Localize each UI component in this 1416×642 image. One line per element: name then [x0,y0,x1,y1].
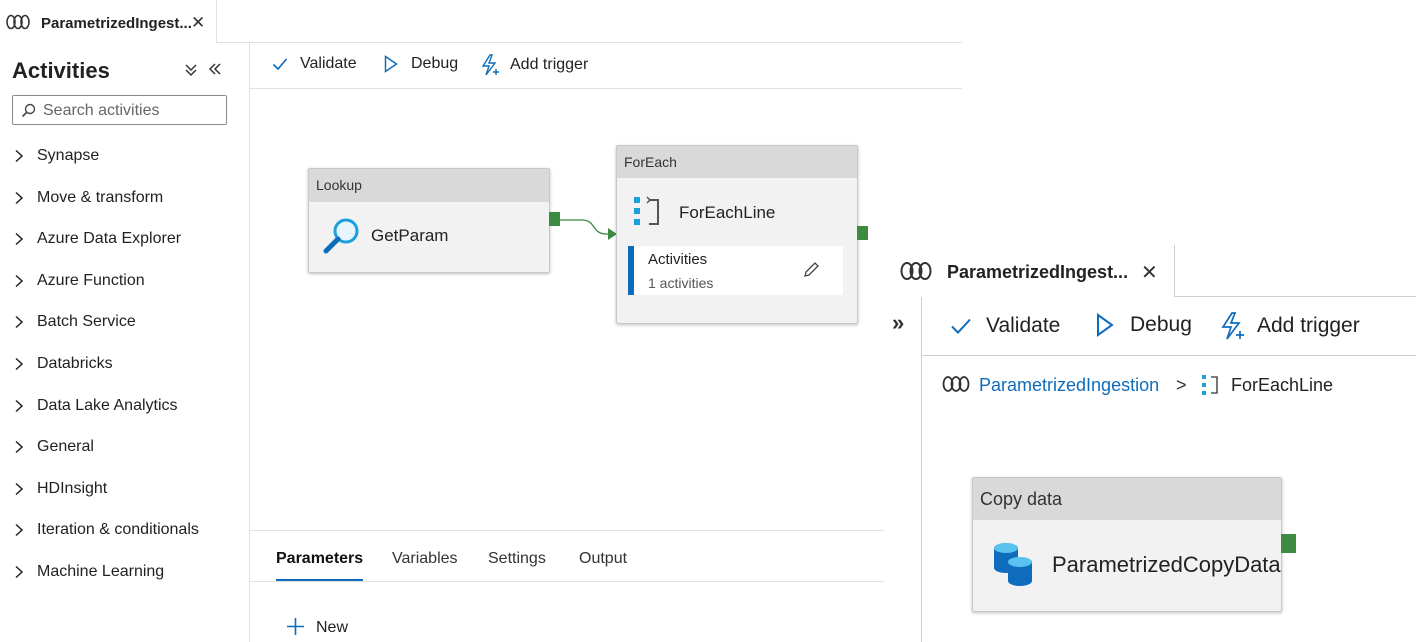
collapse-all-icon[interactable] [184,63,198,77]
tab-settings[interactable]: Settings [488,550,546,568]
debug-label: Debug [411,55,459,72]
chevron-right-icon [14,565,34,579]
tab-output[interactable]: Output [579,550,627,568]
foreach-icon [633,195,661,229]
breadcrumb-current: ForEachLine [1231,375,1334,395]
tab-parameters[interactable]: Parameters [276,550,363,568]
bottom-panel-divider [249,530,884,531]
inner-pipeline-tab-title: ParametrizedIngest... [947,262,1129,282]
add-trigger-button[interactable]: Add trigger [481,54,588,76]
toolbar-divider [249,88,962,89]
activity-category[interactable]: HDInsight [14,474,107,504]
chevron-right-icon [14,274,34,288]
chevron-right-icon [14,232,34,246]
close-tab-icon[interactable]: ✕ [191,13,205,33]
activity-category[interactable]: Azure Data Explorer [14,224,181,254]
activity-category[interactable]: Azure Function [14,266,145,296]
foreach-type-label: ForEach [617,146,857,178]
chevron-right-icon [14,440,34,454]
inner-activities-label: Activities [648,251,708,268]
chevron-right-icon [14,191,34,205]
breadcrumb-separator: > [1176,375,1187,395]
search-placeholder: Search activities [43,102,160,119]
activity-category[interactable]: Machine Learning [14,557,164,587]
chevron-right-icon [14,315,34,329]
inner-add-trigger-button[interactable]: Add trigger [1221,312,1360,340]
activity-category-label: Iteration & conditionals [37,521,199,539]
activity-category-label: General [37,438,94,456]
chevron-right-icon [14,482,34,496]
add-trigger-label: Add trigger [510,56,589,73]
activity-connector-arrow [560,214,620,244]
checkmark-icon [272,57,288,71]
activity-category-label: Machine Learning [37,563,165,580]
inner-activities-count: 1 activities [648,275,714,291]
inner-collapsed-sidebar [884,297,922,642]
inner-debug-button[interactable]: Debug [1096,313,1192,337]
inner-toolbar-divider [922,355,1416,356]
add-icon[interactable] [286,617,305,636]
bottom-tabs-divider [249,581,884,582]
activity-category-label: Synapse [37,147,100,164]
chevron-right-icon [14,149,34,163]
foreach-icon [1201,374,1219,396]
activity-category-label: Azure Data Explorer [37,230,182,248]
chevron-right-icon [14,523,34,537]
activity-category-label: Data Lake Analytics [37,396,178,414]
tab-divider [216,42,962,43]
validate-label: Validate [300,55,357,72]
activity-category-label: Databricks [37,355,113,372]
hide-sidebar-icon[interactable] [208,62,222,76]
expand-sidebar-icon[interactable]: » [892,310,904,336]
lookup-success-handle[interactable] [549,212,560,226]
chevron-right-icon [14,357,34,371]
activity-category[interactable]: Synapse [14,141,99,171]
activity-category[interactable]: Databricks [14,349,113,379]
foreach-name: ForEachLine [679,203,776,222]
chevron-right-icon [14,399,34,413]
play-icon [1096,313,1114,337]
close-tab-icon[interactable]: ✕ [1141,260,1158,285]
validate-button[interactable]: Validate [272,55,357,73]
copy-success-handle[interactable] [1281,534,1296,553]
checkmark-icon [950,317,972,335]
copy-type-label: Copy data [973,478,1281,520]
pipeline-icon [6,14,30,30]
trigger-icon [481,54,501,76]
edit-pencil-icon[interactable] [802,261,820,279]
foreach-activity[interactable]: ForEach [616,145,858,324]
new-parameter-button[interactable]: New [316,619,348,637]
activity-category[interactable]: Iteration & conditionals [14,515,199,545]
activity-category[interactable]: General [14,432,94,462]
activity-category[interactable]: Batch Service [14,307,136,337]
trigger-icon [1221,312,1246,340]
pipeline-icon [942,375,970,393]
inner-add-trigger-label: Add trigger [1257,314,1360,337]
pipeline-tab-title: ParametrizedIngest... [41,15,192,32]
activity-category-label: Move & transform [37,188,164,206]
lookup-name: GetParam [371,226,449,245]
debug-button[interactable]: Debug [384,55,458,73]
activity-category-label: Batch Service [37,313,136,331]
activities-sidebar [0,43,250,642]
inner-validate-button[interactable]: Validate [950,314,1060,338]
copy-data-icon [992,541,1034,587]
inner-debug-label: Debug [1130,313,1192,336]
activity-category[interactable]: Data Lake Analytics [14,391,178,421]
play-icon [384,55,398,73]
tab-variables[interactable]: Variables [392,550,458,568]
foreach-success-handle[interactable] [857,226,868,240]
activity-category[interactable]: Move & transform [14,183,163,213]
breadcrumb-pipeline-link[interactable]: ParametrizedIngestion [979,375,1159,396]
copy-activity-name: ParametrizedCopyData [1052,552,1281,577]
activities-title: Activities [12,58,110,83]
search-icon [21,103,36,118]
activity-category-label: Azure Function [37,271,145,289]
inner-validate-label: Validate [986,314,1061,337]
lookup-type-label: Lookup [309,169,549,202]
inner-tab-divider [1174,296,1416,297]
activity-category-label: HDInsight [37,479,108,497]
pipeline-icon [900,261,932,281]
lookup-icon [322,216,362,256]
